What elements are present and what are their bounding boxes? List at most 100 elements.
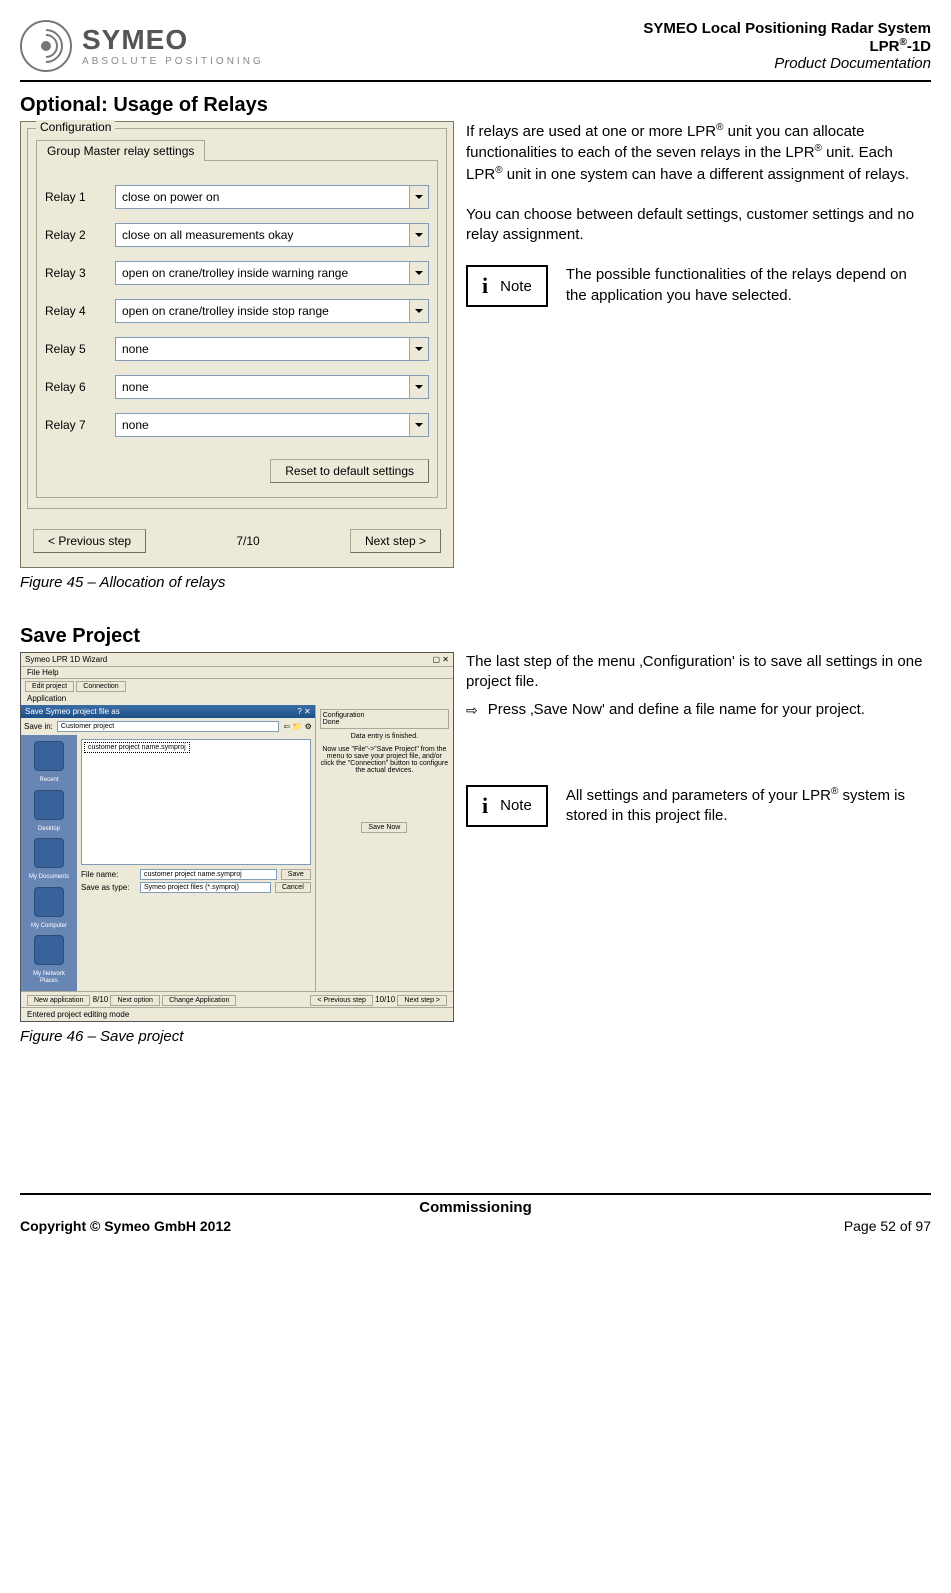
file-list-item[interactable]: customer project name.symproj bbox=[84, 742, 190, 753]
doc-title-line2: LPR®-1D bbox=[643, 37, 931, 55]
app-label: Application bbox=[21, 692, 453, 705]
right-text-2: Now use "File"->"Save Project" from the … bbox=[320, 746, 449, 774]
doc-title-line1: SYMEO Local Positioning Radar System bbox=[643, 20, 931, 37]
configuration-groupbox: Configuration Group Master relay setting… bbox=[27, 128, 447, 509]
relay-label: Relay 7 bbox=[45, 418, 105, 432]
save-type-select[interactable]: Symeo project files (*.symproj) bbox=[140, 882, 271, 893]
relay4-select[interactable]: open on crane/trolley inside stop range bbox=[115, 299, 429, 323]
save-button[interactable]: Save bbox=[281, 869, 311, 880]
next-step-button-2[interactable]: Next step > bbox=[397, 995, 447, 1006]
copyright: Copyright © Symeo GmbH 2012 bbox=[20, 1218, 231, 1234]
tab-connection[interactable]: Connection bbox=[76, 681, 125, 692]
figure-caption-45: Figure 45 – Allocation of relays bbox=[20, 574, 454, 591]
chevron-down-icon[interactable] bbox=[409, 414, 428, 436]
chevron-down-icon[interactable] bbox=[409, 262, 428, 284]
save-dialog-title: Save Symeo project file as? ✕ bbox=[21, 705, 315, 718]
info-icon: i bbox=[482, 273, 488, 299]
para-relays-intro: If relays are used at one or more LPR® u… bbox=[466, 121, 931, 185]
documents-icon[interactable] bbox=[34, 838, 64, 868]
note-text: The possible functionalities of the rela… bbox=[566, 265, 931, 306]
note-label: Note bbox=[500, 278, 532, 295]
relay-row: Relay 4 open on crane/trolley inside sto… bbox=[45, 299, 429, 323]
save-in-label: Save in: bbox=[24, 722, 53, 731]
save-project-screenshot: Symeo LPR 1D Wizard ▢ ✕ File Help Edit pr… bbox=[20, 652, 454, 1022]
change-application-button[interactable]: Change Application bbox=[162, 995, 236, 1006]
chevron-down-icon[interactable] bbox=[409, 376, 428, 398]
relay7-select[interactable]: none bbox=[115, 413, 429, 437]
note-text: All settings and parameters of your LPR®… bbox=[566, 785, 931, 827]
note-row: i Note The possible functionalities of t… bbox=[466, 265, 931, 307]
filename-input[interactable]: customer project name.symproj bbox=[140, 869, 277, 880]
wizard-title: Symeo LPR 1D Wizard bbox=[25, 655, 107, 664]
config-status: Done bbox=[323, 719, 446, 726]
relay5-select[interactable]: none bbox=[115, 337, 429, 361]
relay-row: Relay 3 open on crane/trolley inside war… bbox=[45, 261, 429, 285]
relay-row: Relay 7 none bbox=[45, 413, 429, 437]
relay-label: Relay 1 bbox=[45, 190, 105, 204]
desktop-icon[interactable] bbox=[34, 790, 64, 820]
toolbar-icons[interactable]: ⇦ 📁 ⚙ bbox=[283, 722, 311, 731]
status-bar: Entered project editing mode bbox=[21, 1007, 453, 1021]
save-type-label: Save as type: bbox=[81, 883, 136, 892]
relay-row: Relay 5 none bbox=[45, 337, 429, 361]
page-number: Page 52 of 97 bbox=[844, 1218, 931, 1234]
config-heading: Configuration bbox=[323, 712, 446, 719]
next-step-button[interactable]: Next step > bbox=[350, 529, 441, 553]
bullet-text: Press ‚Save Now' and define a file name … bbox=[488, 701, 865, 719]
relay-dialog: Configuration Group Master relay setting… bbox=[20, 121, 454, 568]
relay-label: Relay 2 bbox=[45, 228, 105, 242]
previous-step-button-2[interactable]: < Previous step bbox=[310, 995, 372, 1006]
new-application-button[interactable]: New application bbox=[27, 995, 90, 1006]
section-title-save: Save Project bbox=[20, 625, 931, 648]
tab-group-master-relay[interactable]: Group Master relay settings bbox=[36, 140, 205, 161]
relay6-select[interactable]: none bbox=[115, 375, 429, 399]
relay-row: Relay 6 none bbox=[45, 375, 429, 399]
figure-caption-46: Figure 46 – Save project bbox=[20, 1028, 454, 1045]
chevron-down-icon[interactable] bbox=[409, 338, 428, 360]
bullet-item: ⇨ Press ‚Save Now' and define a file nam… bbox=[466, 701, 931, 719]
note-row: i Note All settings and parameters of yo… bbox=[466, 785, 931, 827]
relay-label: Relay 5 bbox=[45, 342, 105, 356]
relay2-select[interactable]: close on all measurements okay bbox=[115, 223, 429, 247]
chevron-down-icon[interactable] bbox=[409, 300, 428, 322]
previous-step-button[interactable]: < Previous step bbox=[33, 529, 146, 553]
note-label: Note bbox=[500, 797, 532, 814]
computer-icon[interactable] bbox=[34, 887, 64, 917]
chevron-down-icon[interactable] bbox=[409, 186, 428, 208]
save-in-select[interactable]: Customer project bbox=[57, 721, 280, 732]
chevron-down-icon[interactable] bbox=[409, 224, 428, 246]
logo-icon bbox=[20, 20, 72, 72]
logo-subtext: ABSOLUTE POSITIONING bbox=[82, 56, 264, 67]
relay-label: Relay 4 bbox=[45, 304, 105, 318]
relay-row: Relay 1 close on power on bbox=[45, 185, 429, 209]
save-now-button[interactable]: Save Now bbox=[361, 822, 407, 833]
doc-title: SYMEO Local Positioning Radar System LPR… bbox=[643, 20, 931, 72]
groupbox-legend: Configuration bbox=[36, 120, 115, 134]
note-box: i Note bbox=[466, 265, 548, 307]
window-controls-icon: ▢ ✕ bbox=[433, 655, 449, 664]
next-option-button[interactable]: Next option bbox=[110, 995, 159, 1006]
filename-label: File name: bbox=[81, 870, 136, 879]
network-icon[interactable] bbox=[34, 935, 64, 965]
page-header: SYMEO ABSOLUTE POSITIONING SYMEO Local P… bbox=[20, 20, 931, 82]
help-close-icon: ? ✕ bbox=[297, 707, 310, 716]
logo-text: SYMEO bbox=[82, 26, 264, 54]
doc-title-line3: Product Documentation bbox=[643, 55, 931, 72]
relay-row: Relay 2 close on all measurements okay bbox=[45, 223, 429, 247]
menubar[interactable]: File Help bbox=[21, 667, 453, 679]
arrow-icon: ⇨ bbox=[466, 701, 478, 719]
reset-defaults-button[interactable]: Reset to default settings bbox=[270, 459, 429, 483]
footer-section: Commissioning bbox=[20, 1193, 931, 1216]
recent-icon[interactable] bbox=[34, 741, 64, 771]
relay3-select[interactable]: open on crane/trolley inside warning ran… bbox=[115, 261, 429, 285]
cancel-button[interactable]: Cancel bbox=[275, 882, 311, 893]
relay-label: Relay 3 bbox=[45, 266, 105, 280]
section-title-relays: Optional: Usage of Relays bbox=[20, 94, 931, 117]
tab-edit-project[interactable]: Edit project bbox=[25, 681, 74, 692]
relay1-select[interactable]: close on power on bbox=[115, 185, 429, 209]
tab-panel: Relay 1 close on power on Relay 2 close … bbox=[36, 160, 438, 498]
note-box: i Note bbox=[466, 785, 548, 827]
wizard-nav: < Previous step 7/10 Next step > bbox=[21, 515, 453, 567]
para-relays-choice: You can choose between default settings,… bbox=[466, 205, 931, 246]
logo: SYMEO ABSOLUTE POSITIONING bbox=[20, 20, 264, 72]
